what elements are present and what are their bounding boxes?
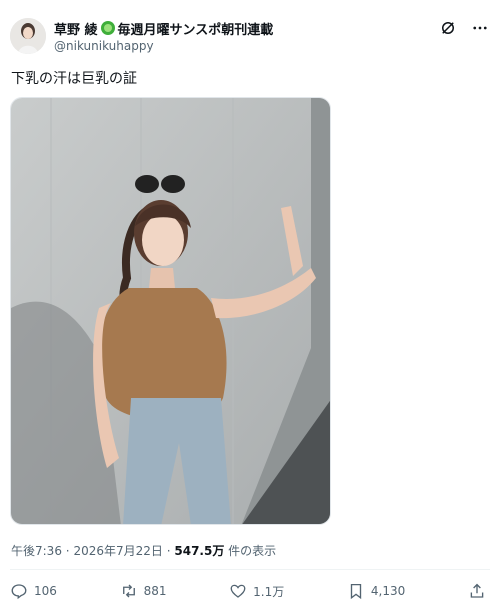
green-circle-badge-icon xyxy=(100,21,115,35)
bookmark-icon xyxy=(350,583,362,600)
views-count: 547.5万 xyxy=(174,544,225,558)
grok-icon xyxy=(442,22,454,34)
grok-button[interactable] xyxy=(438,18,458,38)
photo-image xyxy=(11,98,330,524)
author-avatar[interactable] xyxy=(10,18,46,54)
repost-button[interactable]: 881 xyxy=(120,582,167,600)
author-display-name[interactable]: 草野 綾 xyxy=(54,19,98,38)
heart-icon xyxy=(230,584,246,598)
meta-divider xyxy=(10,569,490,570)
reply-count: 106 xyxy=(34,584,57,598)
meta-separator-2: · xyxy=(166,544,171,558)
avatar-image xyxy=(10,18,46,54)
tweet-date[interactable]: 2026年7月22日 xyxy=(73,544,162,558)
repost-icon xyxy=(122,584,135,598)
tweet-text: 下乳の汗は巨乳の証 xyxy=(11,71,137,87)
author-name-suffix[interactable]: 毎週月曜サンスポ朝刊連載 xyxy=(118,19,274,38)
views-label: 件の表示 xyxy=(228,544,277,558)
like-count: 1.1万 xyxy=(253,584,285,599)
reply-button[interactable]: 106 xyxy=(10,582,57,600)
tweet-photo[interactable] xyxy=(10,97,331,525)
bookmark-button[interactable]: 4,130 xyxy=(347,582,405,600)
share-button[interactable] xyxy=(468,582,486,600)
more-options-button[interactable] xyxy=(470,18,490,38)
reply-icon xyxy=(11,584,27,600)
author-name-row[interactable]: 草野 綾 毎週月曜サンスポ朝刊連載 xyxy=(54,18,273,38)
tweet-action-bar: 106 881 1.1万 4,130 xyxy=(10,580,486,602)
tweet-meta: 午後7:36 · 2026年7月22日 · 547.5万 件の表示 xyxy=(11,542,276,559)
more-dots-icon xyxy=(473,26,487,30)
tweet-time[interactable]: 午後7:36 xyxy=(11,544,62,558)
like-button[interactable]: 1.1万 xyxy=(229,582,284,600)
tweet-top-actions xyxy=(438,18,490,38)
author-handle[interactable]: @nikunikuhappy xyxy=(54,39,154,53)
bookmark-count: 4,130 xyxy=(370,584,406,598)
repost-count: 881 xyxy=(143,584,167,598)
share-icon xyxy=(470,583,484,598)
meta-separator: · xyxy=(65,544,70,558)
